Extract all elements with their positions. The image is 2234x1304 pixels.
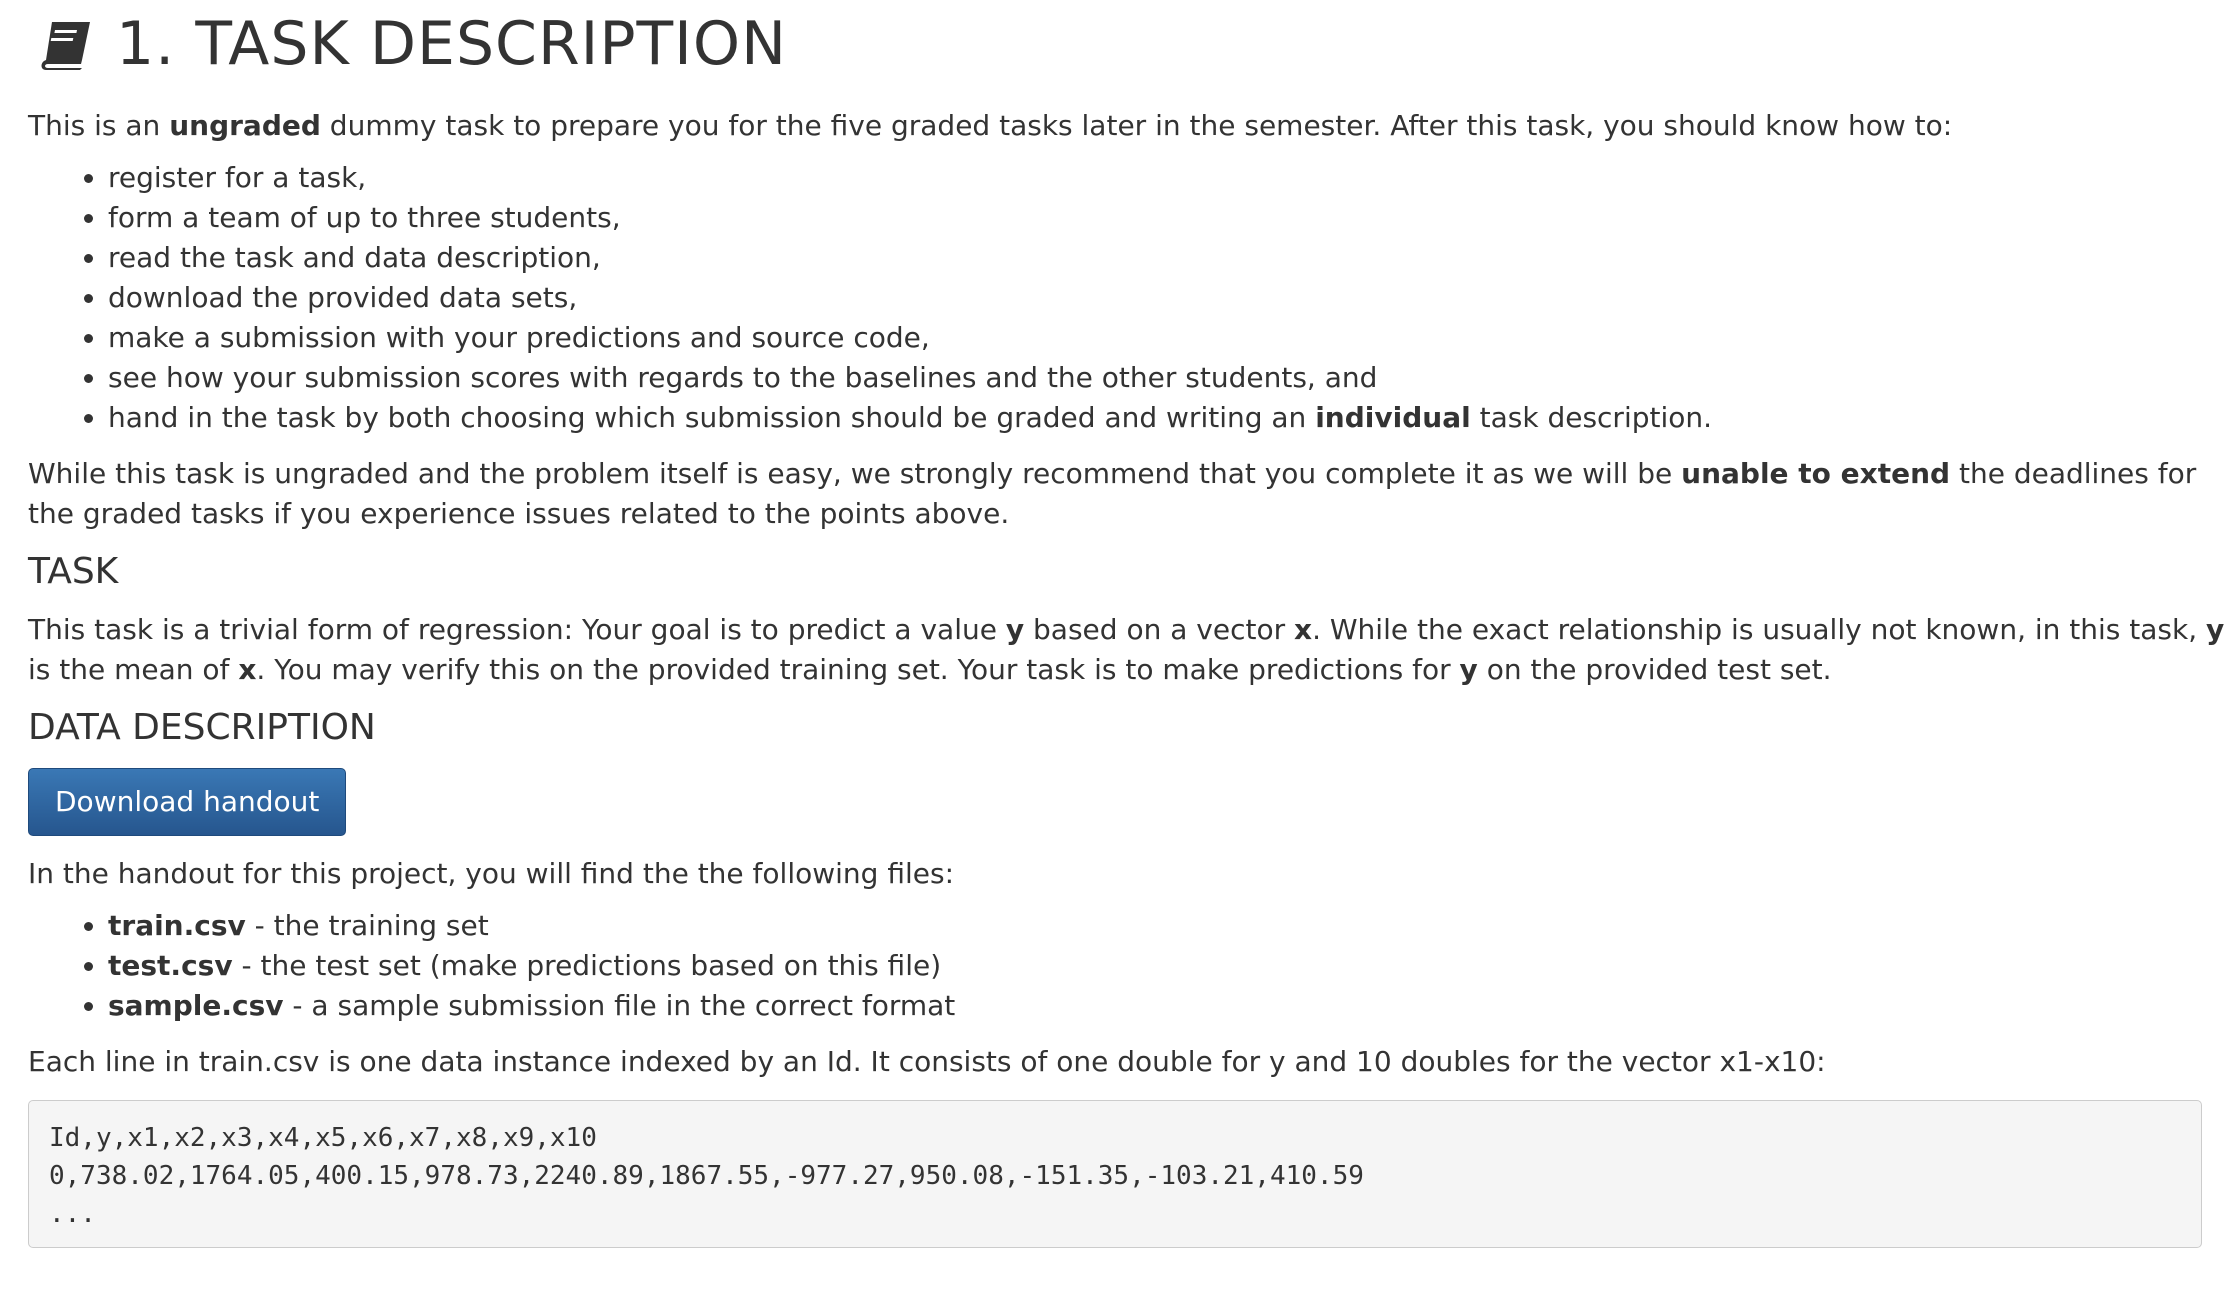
task-text: based on a vector xyxy=(1024,613,1294,646)
task-bold: y xyxy=(2206,613,2225,646)
file-name: sample.csv xyxy=(108,989,284,1022)
learning-list: register for a task, form a team of up t… xyxy=(28,158,2234,438)
list-item-text-end: task description. xyxy=(1470,401,1713,434)
list-item-bold: individual xyxy=(1315,401,1471,434)
file-item: test.csv - the test set (make prediction… xyxy=(108,946,2234,986)
file-name: test.csv xyxy=(108,949,233,982)
task-bold: y xyxy=(1459,653,1478,686)
task-text: is the mean of xyxy=(28,653,239,686)
format-paragraph: Each line in train.csv is one data insta… xyxy=(28,1045,1826,1078)
warning-paragraph: While this task is ungraded and the prob… xyxy=(28,454,2234,534)
list-item: download the provided data sets, xyxy=(108,278,2234,318)
intro-bold: ungraded xyxy=(169,109,321,142)
task-paragraph: This task is a trivial form of regressio… xyxy=(28,610,2234,690)
csv-code-block: Id,y,x1,x2,x3,x4,x5,x6,x7,x8,x9,x10 0,738… xyxy=(28,1100,2202,1248)
list-item: read the task and data description, xyxy=(108,238,2234,278)
file-item: train.csv - the training set xyxy=(108,906,2234,946)
list-item: register for a task, xyxy=(108,158,2234,198)
task-text: This task is a trivial form of regressio… xyxy=(28,613,1006,646)
list-item: make a submission with your predictions … xyxy=(108,318,2234,358)
task-heading: TASK xyxy=(28,551,119,592)
code-line: Id,y,x1,x2,x3,x4,x5,x6,x7,x8,x9,x10 xyxy=(49,1123,597,1153)
task-text: on the provided test set. xyxy=(1477,653,1832,686)
list-item: form a team of up to three students, xyxy=(108,198,2234,238)
file-item: sample.csv - a sample submission file in… xyxy=(108,986,2234,1026)
list-item: see how your submission scores with rega… xyxy=(108,358,2234,398)
list-item-text: hand in the task by both choosing which … xyxy=(108,401,1316,434)
page-header: 1. TASK DESCRIPTION xyxy=(28,2,2234,86)
task-page: 1. TASK DESCRIPTION This is an ungraded … xyxy=(28,0,2234,1248)
handout-paragraph: In the handout for this project, you wil… xyxy=(28,857,954,890)
code-line: 0,738.02,1764.05,400.15,978.73,2240.89,1… xyxy=(49,1161,1364,1191)
task-bold: x xyxy=(1294,613,1313,646)
warning-bold: unable to extend xyxy=(1681,457,1951,490)
book-icon xyxy=(38,16,94,72)
file-desc: - a sample submission file in the correc… xyxy=(283,989,956,1022)
intro-text: This is an xyxy=(28,109,170,142)
files-list: train.csv - the training set test.csv - … xyxy=(28,906,2234,1026)
data-description-heading: DATA DESCRIPTION xyxy=(28,707,376,748)
file-desc: - the training set xyxy=(245,909,489,942)
task-bold: x xyxy=(238,653,257,686)
page-title: 1. TASK DESCRIPTION xyxy=(116,9,787,79)
code-line: ... xyxy=(49,1199,96,1229)
list-item: hand in the task by both choosing which … xyxy=(108,398,2234,438)
download-handout-button[interactable]: Download handout xyxy=(28,768,347,836)
task-bold: y xyxy=(1005,613,1025,646)
intro-text-end: dummy task to prepare you for the five g… xyxy=(320,109,1953,142)
file-name: train.csv xyxy=(108,909,246,942)
warning-text: While this task is ungraded and the prob… xyxy=(28,457,1682,490)
task-text: . You may verify this on the provided tr… xyxy=(256,653,1460,686)
file-desc: - the test set (make predictions based o… xyxy=(232,949,942,982)
task-text: . While the exact relationship is usuall… xyxy=(1312,613,2207,646)
intro-paragraph: This is an ungraded dummy task to prepar… xyxy=(28,106,2234,146)
